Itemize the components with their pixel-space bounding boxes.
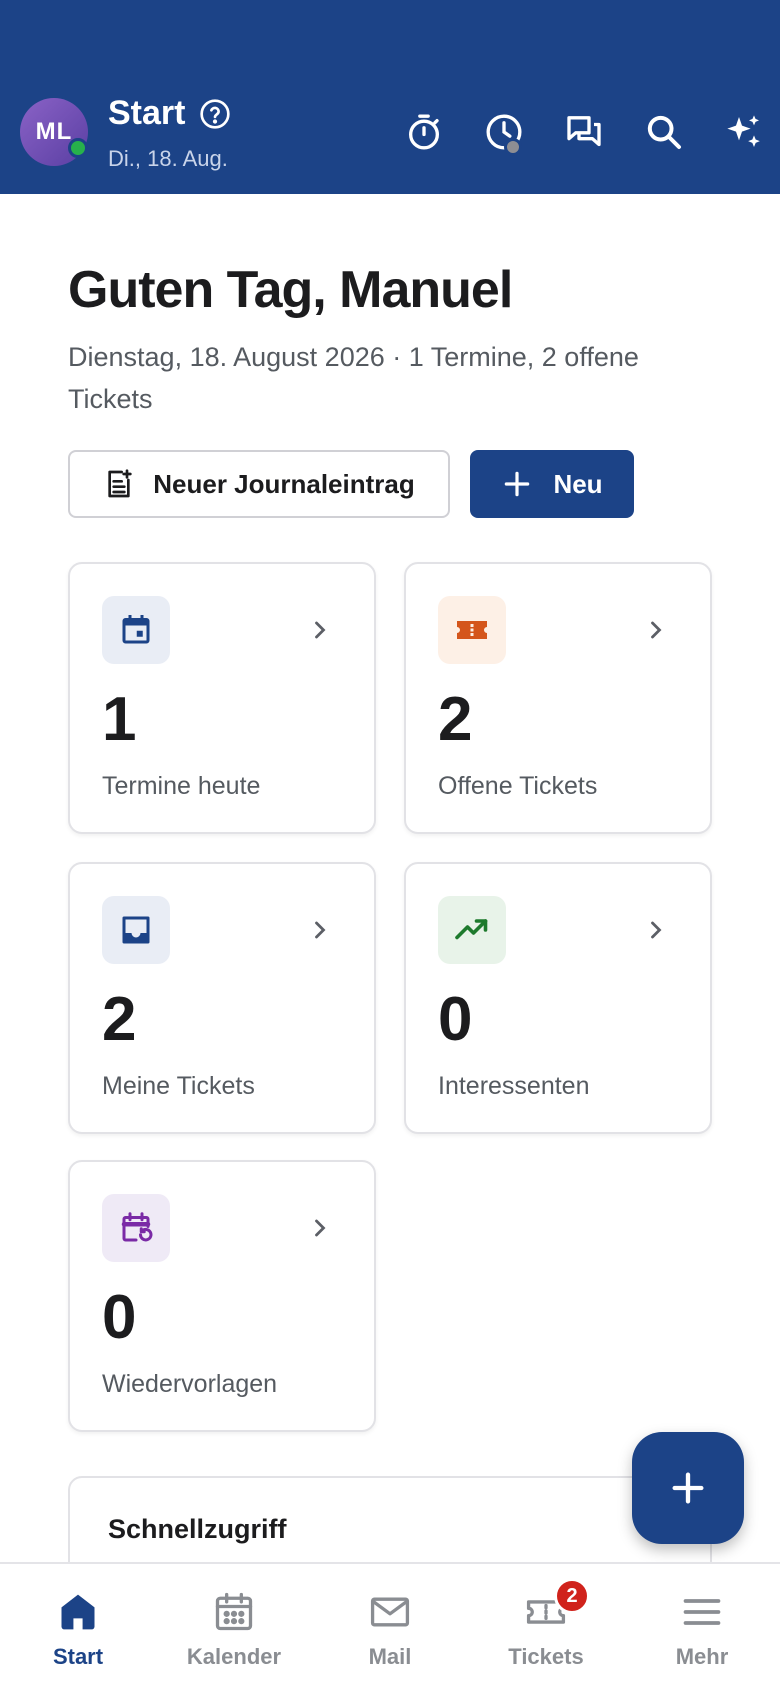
chevron-right-icon <box>651 621 662 639</box>
card-label: Termine heute <box>102 772 261 800</box>
calendar-icon <box>215 1592 253 1631</box>
card-appointments-today[interactable]: 1 Termine heute <box>68 562 376 834</box>
chat-icon <box>567 116 601 147</box>
floating-add-button[interactable] <box>632 1432 744 1544</box>
card-count: 1 <box>102 685 137 754</box>
header-title-row: Start <box>108 94 231 133</box>
nav-item-start[interactable]: Start <box>0 1564 156 1688</box>
chevron-right-icon <box>651 921 662 939</box>
calendar-repeat-icon <box>121 1212 153 1242</box>
new-button-label: Neu <box>553 468 603 499</box>
sparkles-icon <box>727 115 760 147</box>
chevron-right-icon <box>315 621 326 639</box>
avatar-initials: ML <box>35 118 73 145</box>
card-open-tickets[interactable]: 2 Offene Tickets <box>404 562 712 834</box>
card-icon-tile <box>102 596 170 664</box>
ai-assistant-button[interactable] <box>704 108 780 156</box>
plus-icon <box>672 1472 704 1504</box>
home-icon <box>61 1594 95 1630</box>
card-follow-ups[interactable]: 0 Wiedervorlagen <box>68 1160 376 1432</box>
app-header: ML Start Di., 18. Aug. <box>0 0 780 194</box>
bottom-navigation: Start Kalender Mail 2 Tickets Mehr <box>0 1562 780 1688</box>
card-icon-tile <box>438 896 506 964</box>
header-actions <box>384 108 780 156</box>
tracking-status-dot <box>504 138 522 156</box>
nav-label: Mehr <box>675 1644 729 1669</box>
card-count: 0 <box>102 1283 137 1352</box>
card-label: Offene Tickets <box>438 772 598 800</box>
nav-label: Mail <box>368 1644 412 1669</box>
quick-access-title: Schnellzugriff <box>108 1514 287 1544</box>
help-icon[interactable] <box>199 98 231 130</box>
summary-text: Dienstag, 18. August 2026 · 1 Termine, 2… <box>68 342 639 414</box>
card-label: Meine Tickets <box>102 1072 255 1100</box>
search-button[interactable] <box>624 108 704 156</box>
card-icon-tile <box>102 896 170 964</box>
menu-icon <box>683 1599 721 1625</box>
card-count: 2 <box>102 985 137 1054</box>
nav-item-mail[interactable]: Mail <box>312 1564 468 1688</box>
plus-icon <box>505 471 530 497</box>
ticket-icon <box>457 621 487 639</box>
card-label: Interessenten <box>438 1072 590 1100</box>
time-tracking-button[interactable] <box>464 108 544 156</box>
new-button[interactable]: Neu <box>470 450 634 518</box>
new-journal-entry-button[interactable]: Neuer Journaleintrag <box>68 450 450 518</box>
timer-button[interactable] <box>384 108 464 156</box>
nav-label: Start <box>52 1644 104 1669</box>
calendar-icon <box>122 615 150 644</box>
page-title: Start <box>108 94 186 132</box>
nav-label: Tickets <box>508 1644 584 1669</box>
avatar[interactable]: ML <box>20 98 88 166</box>
inbox-icon <box>122 916 150 944</box>
greeting-heading: Guten Tag, Manuel <box>68 261 513 319</box>
journal-icon <box>108 469 132 498</box>
presence-indicator <box>68 138 88 158</box>
chevron-right-icon <box>315 921 326 939</box>
card-label: Wiedervorlagen <box>102 1370 278 1398</box>
card-icon-tile <box>438 596 506 664</box>
chat-button[interactable] <box>544 108 624 156</box>
nav-item-calendar[interactable]: Kalender <box>156 1564 312 1688</box>
mail-icon <box>370 1597 410 1627</box>
card-my-tickets[interactable]: 2 Meine Tickets <box>68 862 376 1134</box>
tickets-badge: 2 <box>554 1578 590 1614</box>
card-count: 0 <box>438 985 473 1054</box>
header-date: Di., 18. Aug. <box>108 146 228 171</box>
new-journal-entry-label: Neuer Journaleintrag <box>153 468 415 499</box>
card-count: 2 <box>438 685 473 754</box>
nav-label: Kalender <box>186 1644 282 1669</box>
nav-item-more[interactable]: Mehr <box>624 1564 780 1688</box>
nav-item-tickets[interactable]: 2 Tickets <box>468 1564 624 1688</box>
card-icon-tile <box>102 1194 170 1262</box>
search-icon <box>647 115 681 149</box>
stopwatch-icon <box>409 114 439 150</box>
card-prospects[interactable]: 0 Interessenten <box>404 862 712 1134</box>
trending-up-icon <box>455 919 488 940</box>
chevron-right-icon <box>315 1219 326 1237</box>
